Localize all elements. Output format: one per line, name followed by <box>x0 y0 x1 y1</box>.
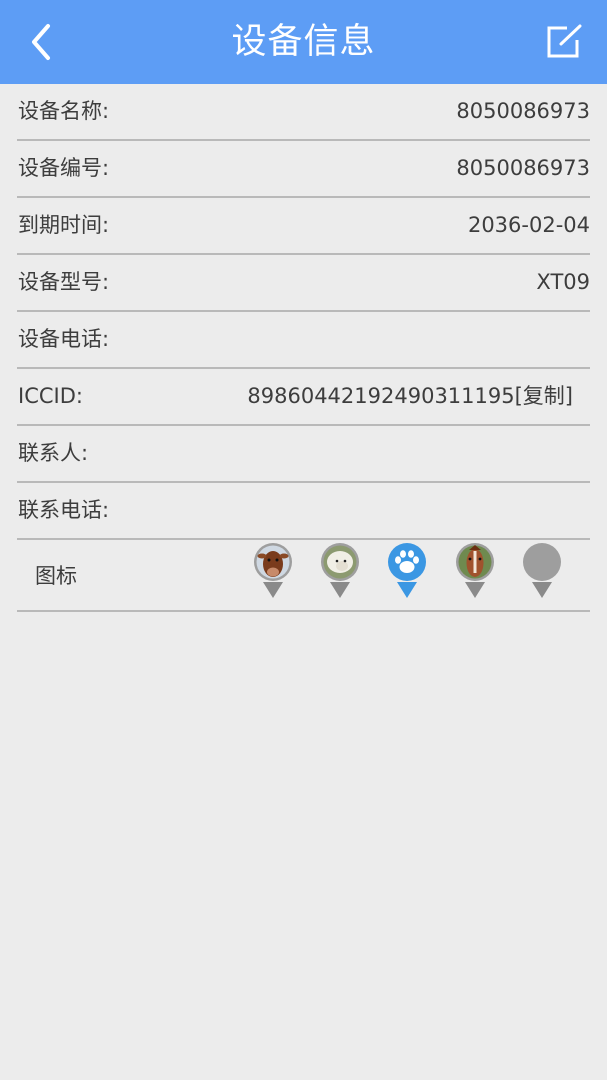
row-icon-picker: 图标 <box>17 540 590 612</box>
title-bar: 设备信息 <box>0 0 607 84</box>
row-contact-phone: 联系电话: <box>17 483 590 540</box>
icon-picker-label: 图标 <box>35 564 77 588</box>
device-model-value: XT09 <box>536 270 590 294</box>
device-name-value: 8050086973 <box>456 99 590 123</box>
horse-icon[interactable] <box>453 542 497 600</box>
row-iccid: ICCID: 89860442192490311195[复制] <box>17 369 590 426</box>
device-number-value: 8050086973 <box>456 156 590 180</box>
expiry-date-value: 2036-02-04 <box>467 213 590 237</box>
row-contact: 联系人: <box>17 426 590 483</box>
contact-phone-label: 联系电话: <box>18 498 110 522</box>
row-device-model: 设备型号: XT09 <box>17 255 590 312</box>
device-model-label: 设备型号: <box>18 270 110 294</box>
device-number-label: 设备编号: <box>18 156 110 180</box>
expiry-date-label: 到期时间: <box>18 213 110 237</box>
default-icon[interactable] <box>520 542 564 600</box>
contact-label: 联系人: <box>18 441 89 465</box>
iccid-value: 89860442192490311195 <box>247 384 515 408</box>
sheep-icon[interactable] <box>318 542 362 600</box>
device-phone-label: 设备电话: <box>18 327 110 351</box>
paw-icon[interactable] <box>385 542 429 600</box>
page-title: 设备信息 <box>231 22 376 62</box>
row-device-number: 设备编号: 8050086973 <box>17 141 590 198</box>
row-expiry-date: 到期时间: 2036-02-04 <box>17 198 590 255</box>
iccid-value-group: 89860442192490311195[复制] <box>247 369 573 424</box>
row-device-phone: 设备电话: <box>17 312 590 369</box>
copy-iccid-button[interactable]: [复制] <box>515 384 573 408</box>
cow-icon[interactable] <box>251 542 295 600</box>
device-info-list: 设备名称: 8050086973 设备编号: 8050086973 到期时间: … <box>17 84 590 612</box>
row-device-name: 设备名称: 8050086973 <box>17 84 590 141</box>
device-name-label: 设备名称: <box>18 99 110 123</box>
edit-icon[interactable] <box>545 24 585 60</box>
iccid-label: ICCID: <box>18 384 83 408</box>
